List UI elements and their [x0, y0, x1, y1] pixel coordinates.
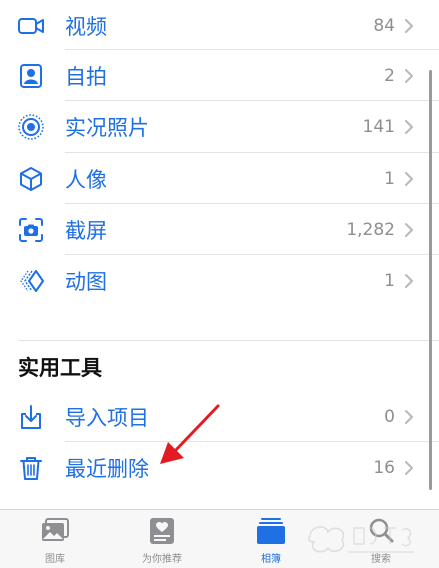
- chevron-right-icon: [404, 18, 414, 34]
- row-portrait[interactable]: 人像 1: [0, 153, 439, 204]
- row-count: 1: [384, 270, 395, 291]
- animated-icon: [17, 267, 45, 295]
- row-video[interactable]: 视频 84: [0, 0, 439, 51]
- row-count: 2: [384, 65, 395, 86]
- row-selfie[interactable]: 自拍 2: [0, 50, 439, 101]
- row-label: 视频: [65, 14, 107, 39]
- selfie-icon: [17, 62, 45, 90]
- row-live-photos[interactable]: 实况照片 141: [0, 101, 439, 152]
- row-count: 1,282: [346, 219, 395, 240]
- row-label: 实况照片: [65, 115, 149, 140]
- screenshot-icon: [17, 216, 45, 244]
- tab-library[interactable]: 图库: [0, 510, 110, 568]
- chevron-right-icon: [404, 119, 414, 135]
- row-label: 截屏: [65, 218, 107, 243]
- albums-screen: 视频 84 自拍 2 实况照片 141 人像 1 截屏 1,282 动图 1 实…: [0, 0, 439, 568]
- albums-icon: [255, 516, 287, 546]
- row-animated[interactable]: 动图 1: [0, 255, 439, 306]
- row-count: 16: [373, 457, 395, 478]
- video-icon: [17, 12, 45, 40]
- row-label: 人像: [65, 167, 107, 192]
- row-label: 动图: [65, 269, 107, 294]
- tab-label: 图库: [45, 554, 65, 565]
- chevron-right-icon: [404, 460, 414, 476]
- row-count: 1: [384, 168, 395, 189]
- live-photo-icon: [17, 113, 45, 141]
- import-icon: [17, 403, 45, 431]
- tab-label: 为你推荐: [142, 554, 182, 565]
- row-count: 84: [373, 15, 395, 36]
- row-label: 自拍: [65, 64, 107, 89]
- portrait-cube-icon: [17, 165, 45, 193]
- chevron-right-icon: [404, 273, 414, 289]
- watermark-logo: [308, 526, 414, 553]
- row-screenshots[interactable]: 截屏 1,282: [0, 204, 439, 255]
- photos-library-icon: [39, 516, 71, 546]
- row-count: 0: [384, 406, 395, 427]
- tab-for-you[interactable]: 为你推荐: [107, 510, 217, 568]
- chevron-right-icon: [404, 171, 414, 187]
- chevron-right-icon: [404, 409, 414, 425]
- row-label: 最近删除: [65, 456, 149, 481]
- chevron-right-icon: [404, 68, 414, 84]
- row-label: 导入项目: [65, 405, 149, 430]
- trash-icon: [17, 454, 45, 482]
- section-title-utilities: 实用工具: [18, 356, 102, 380]
- row-count: 141: [362, 116, 395, 137]
- red-arrow-annotation: [160, 404, 220, 464]
- scrollbar[interactable]: [429, 70, 432, 490]
- section-divider: [18, 340, 439, 341]
- chevron-right-icon: [404, 222, 414, 238]
- for-you-icon: [146, 516, 178, 546]
